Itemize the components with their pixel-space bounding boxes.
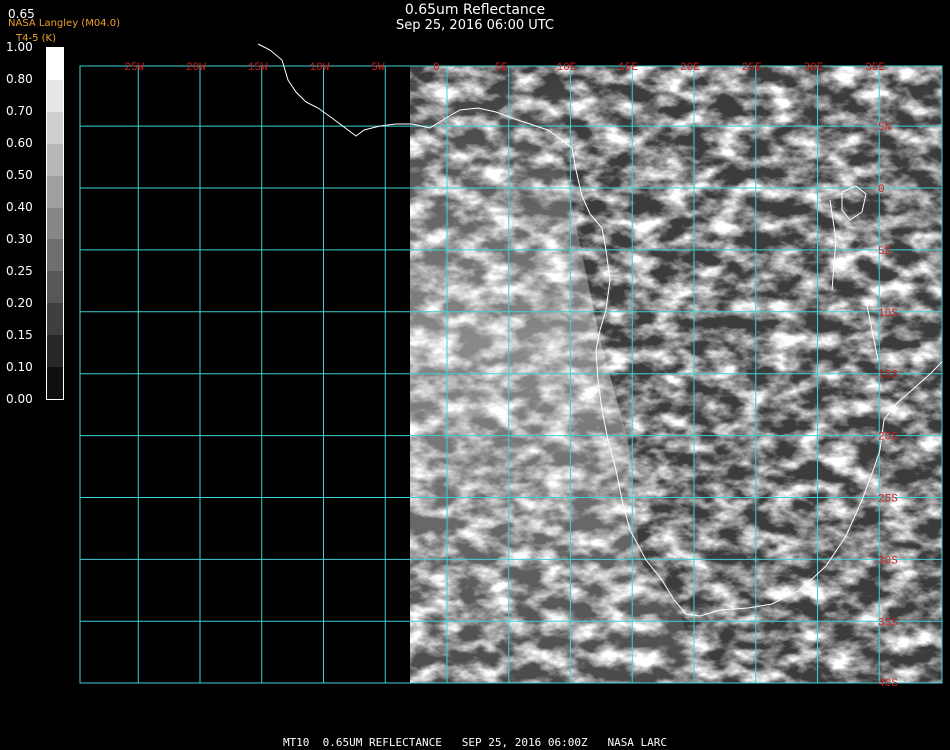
longitude-label: 10E bbox=[557, 62, 577, 74]
footer-caption: MT10 0.65UM REFLECTANCE SEP 25, 2016 06:… bbox=[282, 736, 668, 749]
imagery-layer bbox=[410, 66, 942, 683]
longitude-label: 25E bbox=[742, 62, 762, 74]
latitude-label: 10S bbox=[878, 308, 898, 320]
longitude-label: 5E bbox=[495, 62, 509, 74]
longitude-label: 20E bbox=[680, 62, 700, 74]
latitude-label: 25S bbox=[878, 494, 898, 506]
latitude-label: 30S bbox=[878, 555, 898, 567]
cloud-field bbox=[410, 66, 942, 683]
longitude-label: 35E bbox=[865, 62, 885, 74]
longitude-label: 30E bbox=[804, 62, 824, 74]
latitude-label: 0 bbox=[878, 184, 885, 196]
longitude-label: 25W bbox=[124, 62, 144, 74]
longitude-label: 15W bbox=[248, 62, 268, 74]
latitude-label: 35S bbox=[878, 617, 898, 629]
latitude-label: 20S bbox=[878, 432, 898, 444]
satellite-map: 25W 20W 15W 10W 5W 0 5E 10E 15E 20E 25E 30E 35E 5N 0 5S… bbox=[79, 43, 943, 690]
longitude-label: 15E bbox=[618, 62, 638, 74]
latitude-label: 5S bbox=[878, 246, 892, 258]
longitude-label: 0 bbox=[433, 62, 440, 74]
latitude-label: 40S bbox=[878, 678, 898, 690]
longitude-label: 10W bbox=[310, 62, 330, 74]
longitude-label: 20W bbox=[186, 62, 206, 74]
longitude-label: 5W bbox=[371, 62, 385, 74]
latitude-label: 5N bbox=[878, 122, 891, 134]
latitude-label: 15S bbox=[878, 370, 898, 382]
